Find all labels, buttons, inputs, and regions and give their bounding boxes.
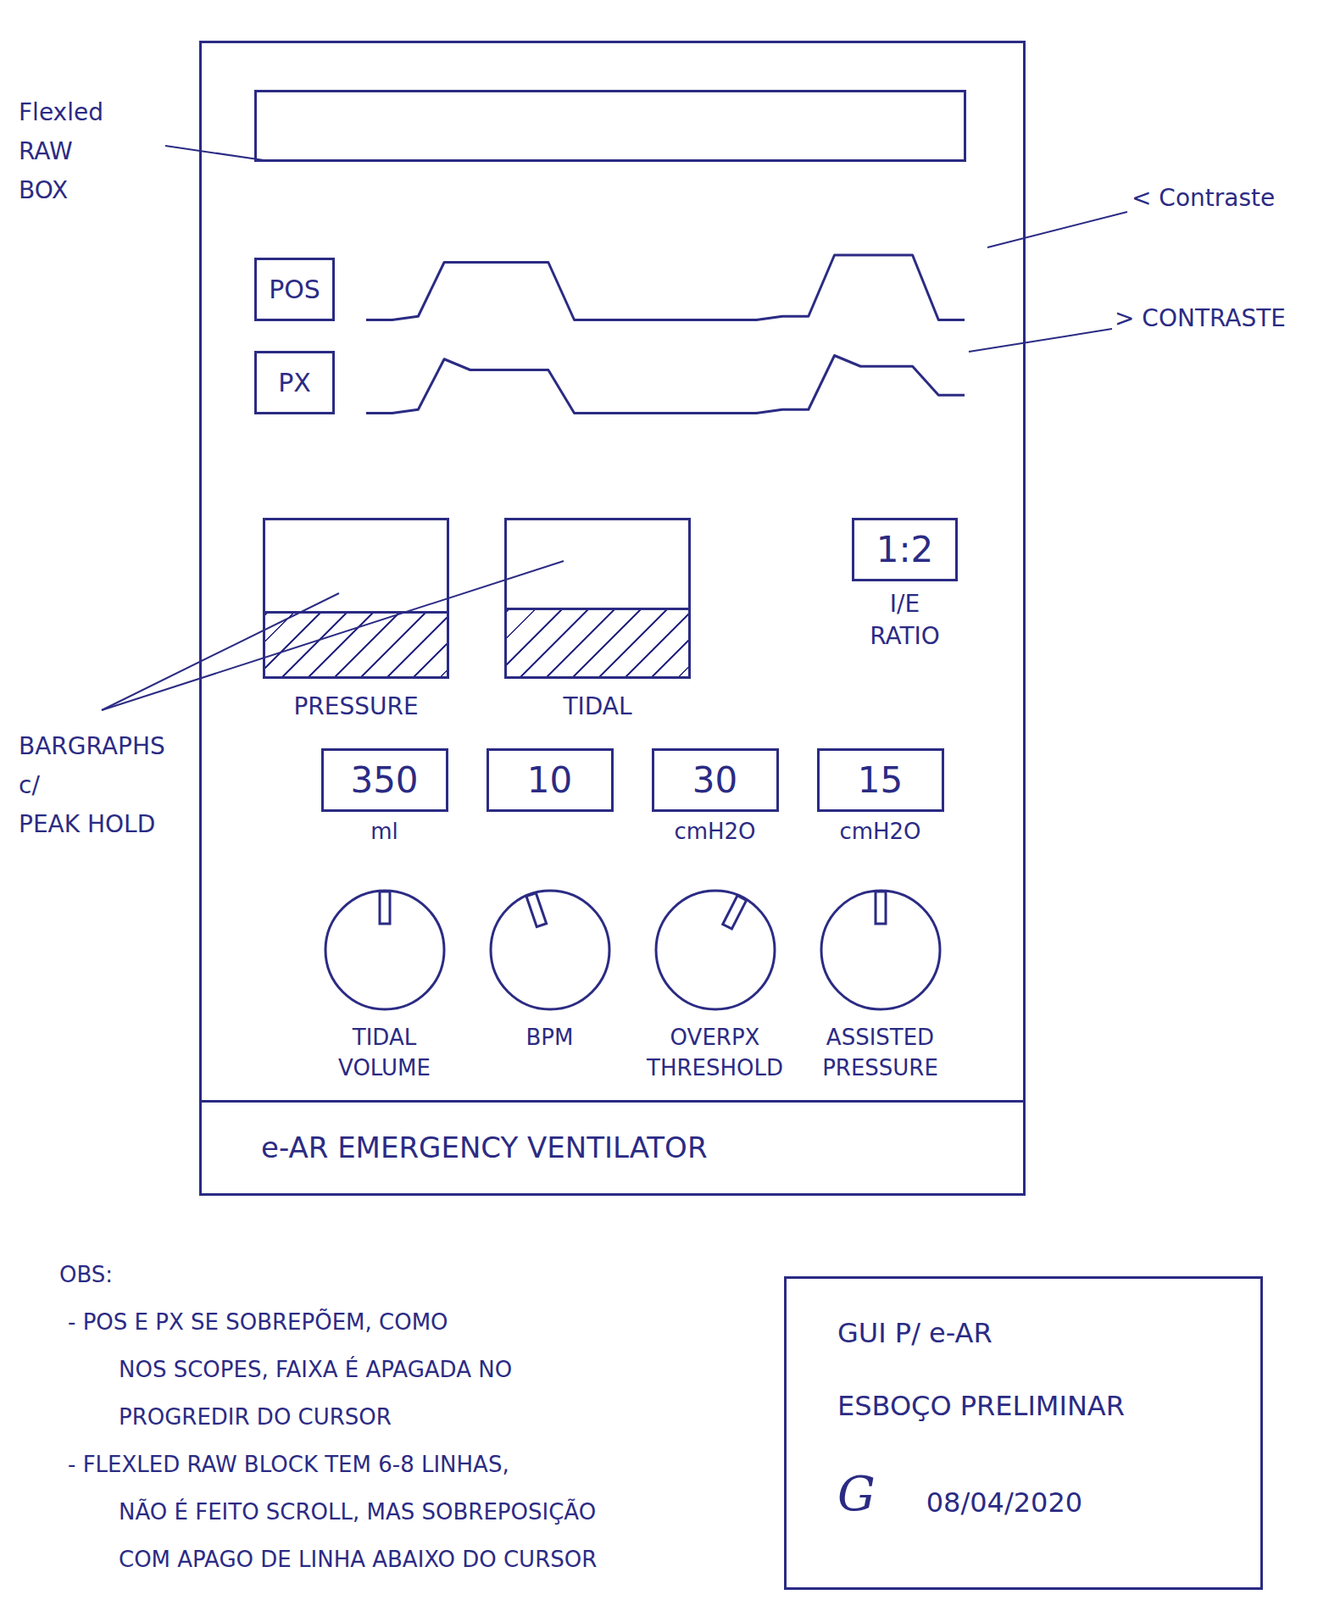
- raw-box: [254, 89, 967, 162]
- right-annotations: < Contraste > CONTRASTE: [1025, 40, 1329, 337]
- ie-ratio: 1:2I/ERATIO: [851, 517, 958, 653]
- knob-icon[interactable]: [651, 886, 779, 1014]
- notes-title: OBS:: [59, 1251, 763, 1299]
- knob[interactable]: ASSISTEDPRESSURE: [797, 886, 963, 1084]
- value-box: 15: [817, 748, 945, 812]
- bargraph-fill: [506, 607, 689, 677]
- display-row: 350ml1030cmH2O15cmH2O: [301, 748, 963, 849]
- bargraph-fill: [265, 611, 447, 677]
- value-unit: ml: [370, 815, 399, 849]
- signature: G: [837, 1458, 876, 1530]
- trace-label: PX: [254, 350, 335, 415]
- waveform: [364, 339, 967, 425]
- footer: e-AR EMERGENCY VENTILATOR: [201, 1100, 1024, 1194]
- value-box: 350: [321, 748, 449, 812]
- bargraph-label: PRESSURE: [293, 689, 418, 725]
- knob-row: TIDALVOLUME BPM OVERPXTHRESHOLD ASSISTEDPRE…: [301, 886, 963, 1084]
- ie-ratio-label: I/ERATIO: [869, 588, 940, 653]
- trace-row: POS: [254, 246, 1024, 332]
- device-frame: POSPXPRESSURETIDAL1:2I/ERATIO350ml1030cm…: [199, 40, 1026, 1196]
- contrast-up-note: > CONTRASTE: [1025, 300, 1329, 337]
- knob-label: BPM: [526, 1022, 574, 1053]
- value-box: 30: [651, 748, 779, 812]
- knob-label: ASSISTEDPRESSURE: [822, 1022, 939, 1084]
- trace-label: POS: [254, 257, 335, 322]
- left-annotations: FlexledRAWBOX BARGRAPHSc/PEAK HOLD: [0, 40, 200, 845]
- title-line: ESBOÇO PRELIMINAR: [837, 1385, 1261, 1427]
- leader-lines: [0, 0, 1329, 1600]
- knob-icon[interactable]: [486, 886, 614, 1014]
- knob-icon[interactable]: [321, 886, 449, 1014]
- signature-row: G 08/04/2020: [837, 1458, 1261, 1530]
- bargraph-label: TIDAL: [562, 689, 632, 725]
- value-display: 15cmH2O: [797, 748, 963, 849]
- knob-label: OVERPXTHRESHOLD: [646, 1022, 784, 1084]
- trace-area: POS PX: [254, 246, 1024, 425]
- note-item: - FLEXLED RAW BLOCK TEM 6-8 LINHAS,NÃO É…: [59, 1440, 763, 1584]
- bargraph-track: [262, 517, 450, 679]
- value-display: 10: [467, 748, 633, 849]
- ie-ratio-display: 1:2: [851, 517, 958, 582]
- bargraph-track: [504, 517, 691, 679]
- value-box: 10: [486, 748, 614, 812]
- knob-icon[interactable]: [817, 886, 945, 1014]
- note-item: - POS E PX SE SOBREPÕEM, COMONOS SCOPES,…: [59, 1298, 763, 1441]
- knob[interactable]: OVERPXTHRESHOLD: [632, 886, 798, 1084]
- notes: OBS:- POS E PX SE SOBREPÕEM, COMONOS SCO…: [59, 1251, 763, 1584]
- bargraph: TIDAL: [504, 517, 691, 725]
- contrast-down-note: < Contraste: [1025, 180, 1329, 217]
- value-unit: cmH2O: [673, 815, 756, 849]
- title-line: GUI P/ e-AR: [837, 1312, 1261, 1354]
- knob[interactable]: TIDALVOLUME: [301, 886, 468, 1084]
- value-display: 30cmH2O: [632, 748, 798, 849]
- bottom-area: OBS:- POS E PX SE SOBREPÕEM, COMONOS SCO…: [0, 1251, 1329, 1591]
- bargraph: PRESSURE: [262, 517, 450, 725]
- value-unit: cmH2O: [839, 815, 921, 849]
- title-block: GUI P/ e-AR ESBOÇO PRELIMINAR G 08/04/2020: [784, 1276, 1263, 1591]
- bargraphs-note: BARGRAPHSc/PEAK HOLD: [18, 727, 200, 845]
- trace-row: PX: [254, 339, 1024, 425]
- waveform: [364, 246, 967, 332]
- bargraph-row: PRESSURE TIDAL 1:2I/ERATIO: [262, 517, 1024, 725]
- sketch-page: FlexledRAWBOX BARGRAPHSc/PEAK HOLD POS PX PR…: [0, 0, 1329, 1600]
- knob-label: TIDALVOLUME: [338, 1022, 431, 1084]
- raw-box-note: FlexledRAWBOX: [18, 93, 200, 211]
- knob[interactable]: BPM: [467, 886, 633, 1084]
- value-display: 350ml: [301, 748, 468, 849]
- date: 08/04/2020: [926, 1482, 1083, 1530]
- top-area: FlexledRAWBOX BARGRAPHSc/PEAK HOLD POS PX PR…: [0, 0, 1329, 1196]
